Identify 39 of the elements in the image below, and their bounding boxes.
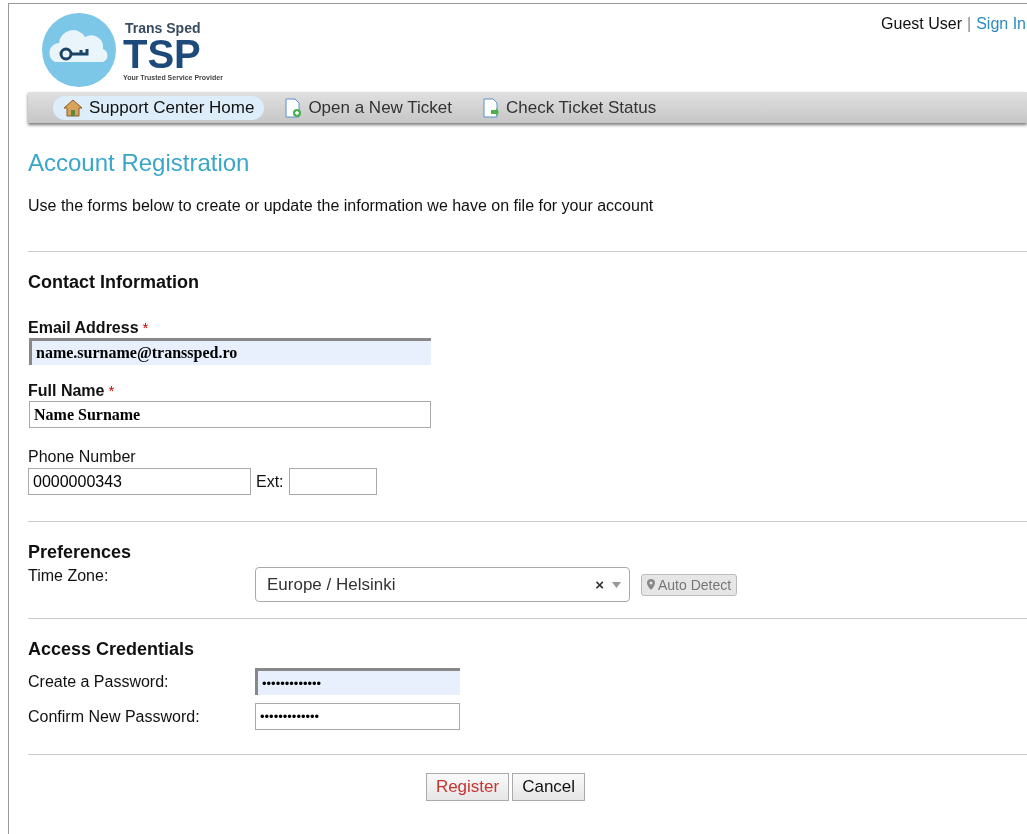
auto-detect-button[interactable]: Auto Detect <box>641 573 738 596</box>
extension-label: Ext: <box>256 472 284 491</box>
sign-in-link[interactable]: Sign In <box>976 15 1026 92</box>
dropdown-arrow-icon <box>612 581 621 588</box>
password-field[interactable]: ••••••••••••• <box>255 703 460 730</box>
extension-field[interactable] <box>288 468 377 495</box>
section-heading: Access Credentials <box>28 639 196 660</box>
separator: | <box>967 15 972 34</box>
field-label: Full Name <box>28 382 105 400</box>
required-marker: * <box>142 319 149 337</box>
user-name: Guest User <box>881 15 963 34</box>
field-label: Email Address <box>28 319 139 337</box>
section-heading: Contact Information <box>28 272 200 293</box>
page-title: Account Registration <box>28 149 251 177</box>
register-button[interactable]: Register <box>425 773 510 801</box>
document-arrow-icon <box>482 97 500 118</box>
home-icon <box>63 98 83 117</box>
nav-tab[interactable]: Support Center Home <box>53 95 265 120</box>
brand-subtitle: Trans Sped <box>125 19 202 36</box>
map-pin-icon <box>647 579 655 590</box>
clear-icon[interactable]: × <box>595 576 604 593</box>
field-label: Create a Password: <box>28 672 170 691</box>
time-zone-select[interactable]: Europe / Helsinki × <box>255 567 630 602</box>
field-label: Confirm New Password: <box>28 707 201 726</box>
password-field[interactable]: ••••••••••••• <box>255 668 460 695</box>
nav-tab[interactable]: Open a New Ticket <box>274 95 462 120</box>
page-description: Use the forms below to create or update the information we have on file for your account <box>28 197 655 215</box>
cloud-key-icon <box>41 12 117 88</box>
cancel-button[interactable]: Cancel <box>512 773 586 801</box>
input-field[interactable]: name.surname@transsped.ro <box>29 338 431 365</box>
section-heading: Preferences <box>28 542 133 563</box>
document-plus-icon <box>284 97 303 118</box>
required-marker: * <box>108 382 115 400</box>
nav-tab[interactable]: Check Ticket Status <box>472 95 667 120</box>
field-label: Time Zone: <box>28 567 110 585</box>
phone-field[interactable]: 0000000343 <box>28 468 251 495</box>
field-label: Phone Number <box>28 448 137 466</box>
input-field[interactable]: Name Surname <box>29 401 431 428</box>
brand-name: TSP <box>123 35 201 72</box>
